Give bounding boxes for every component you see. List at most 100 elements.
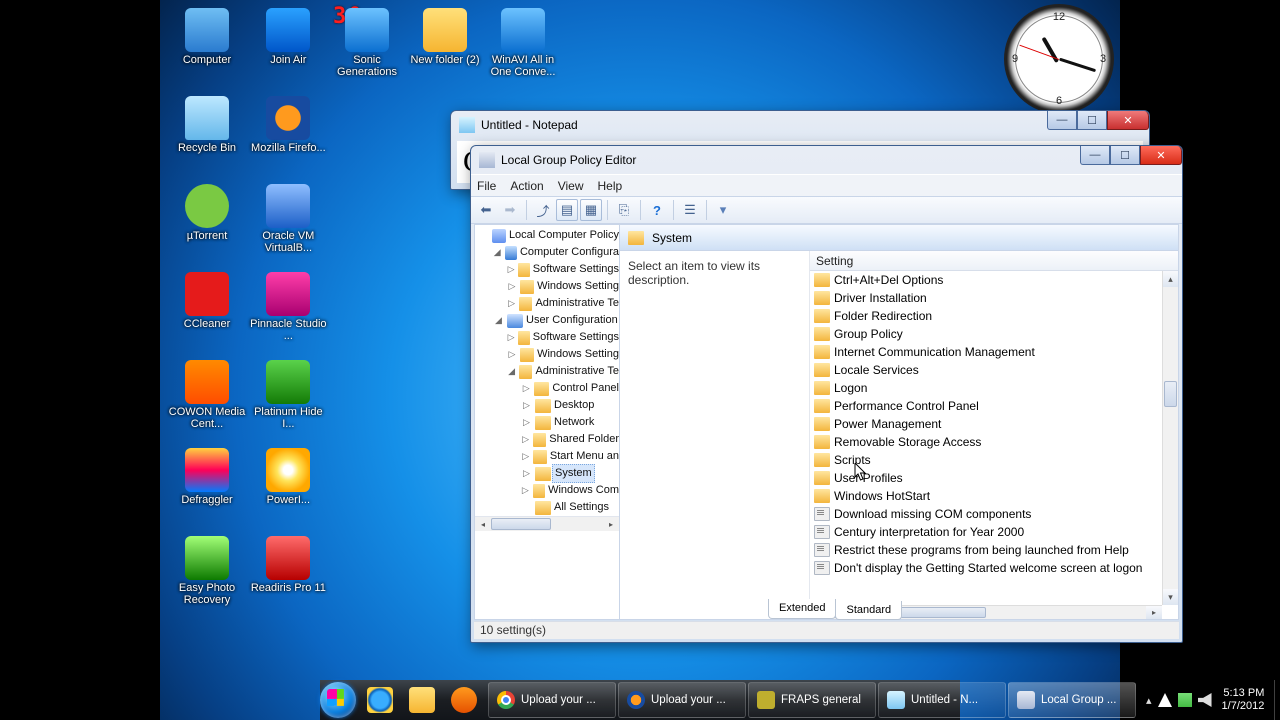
expand-toggle[interactable]: ▷ [521, 465, 532, 482]
tray-overflow-button[interactable]: ▴ [1146, 694, 1152, 707]
desktop-icon[interactable]: Recycle Bin [168, 90, 246, 178]
taskbar-button[interactable]: Untitled - N... [878, 682, 1006, 718]
list-item[interactable]: Folder Redirection [810, 307, 1162, 325]
minimize-button[interactable]: — [1080, 146, 1110, 165]
tree-node[interactable]: ▷Windows Setting [475, 278, 619, 295]
list-item[interactable]: Restrict these programs from being launc… [810, 541, 1162, 559]
expand-toggle[interactable]: ▷ [521, 448, 530, 465]
properties-button[interactable]: ▦ [580, 199, 602, 221]
notepad-titlebar[interactable]: Untitled - Notepad — ☐ ✕ [451, 111, 1149, 139]
tree-node[interactable]: ▷System [475, 465, 619, 482]
scrollbar-thumb[interactable] [1164, 381, 1177, 407]
expand-toggle[interactable]: ▷ [521, 431, 530, 448]
tree-node[interactable]: ▷Start Menu an [475, 448, 619, 465]
taskbar-button[interactable]: Local Group ... [1008, 682, 1136, 718]
list-item[interactable]: Download missing COM components [810, 505, 1162, 523]
tree-node[interactable]: ◢Computer Configura [475, 244, 619, 261]
tab-standard[interactable]: Standard [835, 601, 902, 620]
desktop-icon[interactable]: Defraggler [168, 442, 246, 530]
desktop-icon[interactable]: µTorrent [168, 178, 246, 266]
expand-toggle[interactable]: ▷ [507, 278, 517, 295]
expand-toggle[interactable]: ▷ [507, 295, 516, 312]
menu-help[interactable]: Help [598, 179, 623, 193]
list-item[interactable]: Logon [810, 379, 1162, 397]
tab-extended[interactable]: Extended [768, 599, 836, 619]
desktop-icon[interactable]: WinAVI All in One Conve... [484, 2, 562, 90]
list-item[interactable]: Don't display the Getting Started welcom… [810, 559, 1162, 577]
list-item[interactable]: Locale Services [810, 361, 1162, 379]
list-item[interactable]: Internet Communication Management [810, 343, 1162, 361]
tree-node[interactable]: ▷Windows Com [475, 482, 619, 499]
list-item[interactable]: Ctrl+Alt+Del Options [810, 271, 1162, 289]
desktop-icon[interactable]: PowerI... [249, 442, 327, 530]
menu-action[interactable]: Action [510, 179, 543, 193]
tree-node[interactable]: All Settings [475, 499, 619, 516]
column-header-setting[interactable]: Setting [810, 251, 1178, 271]
back-button[interactable]: ⬅ [475, 199, 497, 221]
tree-node[interactable]: ▷Desktop [475, 397, 619, 414]
minimize-button[interactable]: — [1047, 111, 1077, 130]
list-item[interactable]: Removable Storage Access [810, 433, 1162, 451]
close-button[interactable]: ✕ [1107, 111, 1149, 130]
tree-node[interactable]: ▷Software Settings [475, 261, 619, 278]
show-tree-button[interactable]: ▤ [556, 199, 578, 221]
action-center-icon[interactable] [1158, 693, 1172, 707]
expand-toggle[interactable]: ▷ [521, 380, 531, 397]
taskbar-button[interactable]: FRAPS general [748, 682, 876, 718]
pinned-explorer[interactable] [402, 682, 442, 718]
desktop-icon[interactable]: Easy Photo Recovery [168, 530, 246, 618]
expand-toggle[interactable]: ◢ [507, 363, 516, 380]
desktop-icon[interactable]: Readiris Pro 11 [249, 530, 327, 618]
desktop-icon[interactable]: Mozilla Firefo... [249, 90, 327, 178]
gpedit-titlebar[interactable]: Local Group Policy Editor — ☐ ✕ [471, 146, 1182, 174]
taskbar[interactable]: Upload your ...Upload your ...FRAPS gene… [320, 680, 960, 720]
expand-toggle[interactable]: ▷ [521, 482, 530, 499]
tree-node[interactable]: ▷Control Panel [475, 380, 619, 397]
expand-toggle[interactable]: ▷ [521, 397, 532, 414]
list-item[interactable]: Performance Control Panel [810, 397, 1162, 415]
view-tabs[interactable]: Extended Standard [768, 599, 901, 619]
list-item[interactable]: Group Policy [810, 325, 1162, 343]
desktop-icon[interactable]: Pinnacle Studio ... [249, 266, 327, 354]
menu-view[interactable]: View [558, 179, 584, 193]
list-item[interactable]: Scripts [810, 451, 1162, 469]
close-button[interactable]: ✕ [1140, 146, 1182, 165]
filter-button[interactable]: ▾ [712, 199, 734, 221]
taskbar-clock[interactable]: 5:13 PM 1/7/2012 [1218, 687, 1269, 713]
list-item[interactable]: User Profiles [810, 469, 1162, 487]
wifi-icon[interactable] [1178, 693, 1192, 707]
start-button[interactable] [320, 680, 356, 720]
settings-list[interactable]: Ctrl+Alt+Del OptionsDriver InstallationF… [810, 271, 1162, 605]
gpedit-window[interactable]: Local Group Policy Editor — ☐ ✕ FileActi… [470, 145, 1183, 643]
expand-toggle[interactable]: ▷ [507, 346, 517, 363]
desktop-icon[interactable]: Join Air [249, 2, 327, 90]
list-v-scrollbar[interactable]: ▴ ▾ [1162, 271, 1178, 605]
expand-toggle[interactable]: ▷ [507, 329, 515, 346]
expand-toggle[interactable]: ▷ [521, 414, 532, 431]
tree-h-scrollbar[interactable]: ◂ ▸ [475, 516, 619, 531]
desktop-icon[interactable]: COWON Media Cent... [168, 354, 246, 442]
tree-node[interactable]: ▷Software Settings [475, 329, 619, 346]
taskbar-button[interactable]: Upload your ... [618, 682, 746, 718]
policy-tree[interactable]: Local Computer Policy◢Computer Configura… [475, 225, 620, 619]
desktop-icon[interactable]: Oracle VM VirtualB... [249, 178, 327, 266]
list-item[interactable]: Windows HotStart [810, 487, 1162, 505]
volume-icon[interactable] [1198, 693, 1212, 707]
toolbar[interactable]: ⬅ ➡ ⤴ ▤ ▦ ⎘ ? ☰ ▾ [471, 196, 1182, 224]
expand-toggle[interactable]: ▷ [507, 261, 515, 278]
tree-node[interactable]: ▷Windows Setting [475, 346, 619, 363]
list-item[interactable]: Power Management [810, 415, 1162, 433]
pinned-ie[interactable] [360, 682, 400, 718]
taskbar-button[interactable]: Upload your ... [488, 682, 616, 718]
desktop-icon[interactable]: Computer [168, 2, 246, 90]
tree-node[interactable]: Local Computer Policy [475, 227, 619, 244]
up-button[interactable]: ⤴ [532, 199, 554, 221]
options-button[interactable]: ☰ [679, 199, 701, 221]
system-tray[interactable]: ▴ 5:13 PM 1/7/2012 [1140, 680, 1274, 720]
tree-node[interactable]: ◢User Configuration [475, 312, 619, 329]
show-desktop-button[interactable] [1274, 680, 1275, 720]
maximize-button[interactable]: ☐ [1077, 111, 1107, 130]
desktop-icon[interactable]: Sonic Generations [328, 2, 406, 90]
tree-node[interactable]: ◢Administrative Te [475, 363, 619, 380]
desktop-icon[interactable]: New folder (2) [406, 2, 484, 90]
